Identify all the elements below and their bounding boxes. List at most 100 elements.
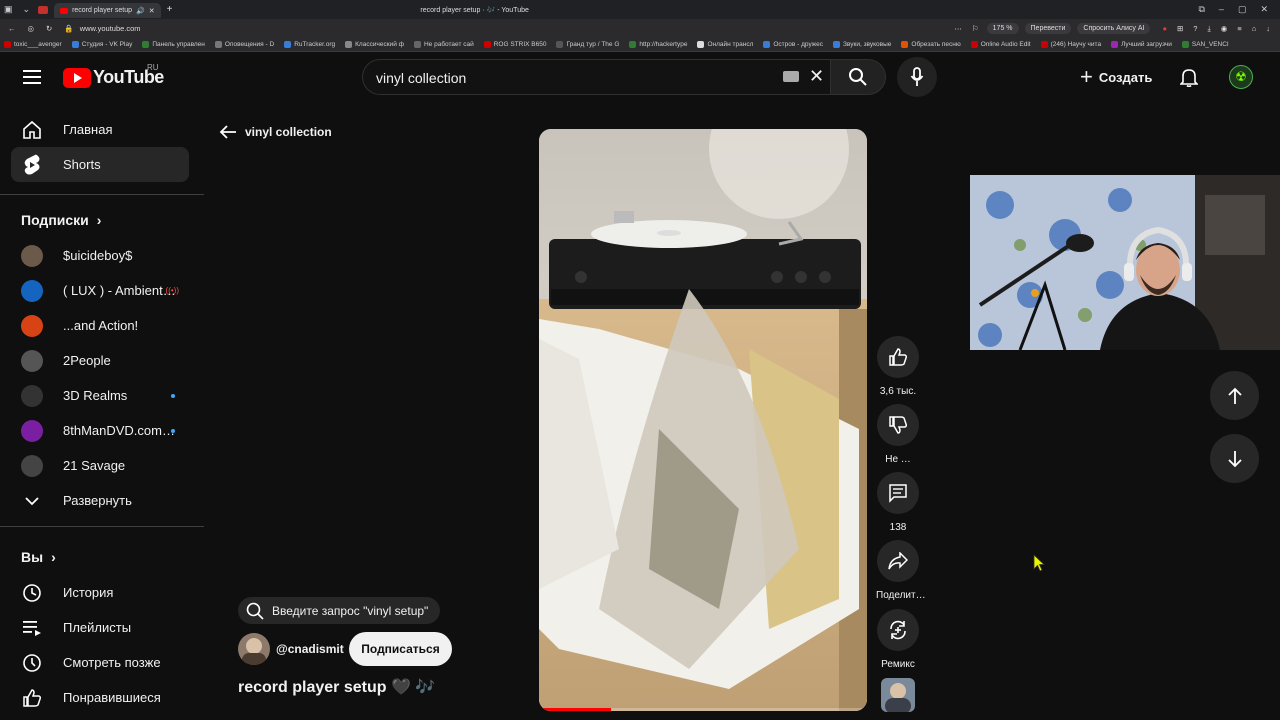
tab-close-icon[interactable]: ✕: [149, 7, 155, 15]
menu-icon[interactable]: ≡: [1237, 24, 1241, 33]
share-button[interactable]: [877, 540, 919, 582]
bookmark-item[interactable]: (246) Научу чита: [1037, 41, 1107, 48]
bookmark-item[interactable]: Лучший загрузчи: [1107, 41, 1178, 48]
bookmark-item[interactable]: Студия - VK Play: [68, 41, 139, 48]
bookmark-label: Обрезать песню: [911, 41, 961, 48]
bookmark-item[interactable]: SAN_VENCI: [1178, 41, 1235, 48]
back-nav-icon[interactable]: ←: [8, 24, 16, 33]
bookmark-item[interactable]: ROG STRIX B650: [480, 41, 553, 48]
minimize-icon[interactable]: –: [1219, 4, 1224, 15]
bookmark-item[interactable]: toxic___avenger: [0, 41, 68, 48]
window-close-icon[interactable]: ✕: [1260, 4, 1268, 15]
help-icon[interactable]: ?: [1193, 24, 1197, 33]
bookmark-item[interactable]: Не работает сай: [410, 41, 480, 48]
bookmark-item[interactable]: Оповещения - D: [211, 41, 280, 48]
record-icon[interactable]: ●: [1162, 24, 1167, 33]
subscription-item[interactable]: 21 Savage: [11, 448, 189, 483]
create-button[interactable]: + Создать: [1070, 59, 1162, 95]
subscription-label: 2People: [63, 353, 111, 368]
translate-button[interactable]: Перевести: [1024, 23, 1072, 34]
tab-active[interactable]: record player setup 🔊 ✕: [54, 3, 161, 18]
window-title: record player setup · 🎶 - YouTube: [420, 6, 529, 14]
bookmark-item[interactable]: Обрезать песню: [897, 41, 966, 48]
channel-handle[interactable]: @cnadismit: [276, 642, 344, 656]
subscribe-button[interactable]: Подписаться: [349, 632, 452, 666]
channel-avatar[interactable]: [238, 633, 270, 665]
notifications-button[interactable]: [1169, 57, 1209, 97]
extension-icon[interactable]: ⊞: [1177, 24, 1183, 33]
more-icon[interactable]: ⋯: [954, 24, 962, 33]
bookmark-item[interactable]: Звуки, звуковые: [829, 41, 897, 48]
subscriptions-heading[interactable]: Подписки ›: [21, 212, 101, 228]
bookmark-item[interactable]: Гранд тур / The G: [552, 41, 625, 48]
browser-menu-icon[interactable]: ▣: [4, 4, 13, 15]
bookmark-item[interactable]: Остров - дружес: [759, 41, 829, 48]
subscription-item[interactable]: ...and Action!: [11, 308, 189, 343]
voice-search-button[interactable]: [897, 57, 937, 97]
url-field[interactable]: www.youtube.com: [80, 24, 141, 33]
sidebar-item-history[interactable]: История: [11, 575, 189, 610]
downloads-icon[interactable]: ⤓: [1207, 24, 1210, 34]
video-progress-track[interactable]: [539, 708, 867, 711]
zoom-level[interactable]: 175 %: [986, 23, 1019, 34]
dislike-button[interactable]: [877, 404, 919, 446]
expand-button[interactable]: Развернуть: [11, 483, 189, 518]
speaker-icon[interactable]: 🔊: [136, 7, 145, 15]
suggested-search-chip[interactable]: Введите запрос "vinyl setup": [238, 597, 441, 624]
next-short-button[interactable]: [1210, 434, 1259, 483]
comments-button[interactable]: [877, 472, 919, 514]
sidebar-item-playlists[interactable]: Плейлисты: [11, 610, 189, 645]
bookmark-favicon-icon: [763, 41, 771, 48]
dislike-action: Не …: [876, 404, 920, 465]
subscription-item[interactable]: 3D Realms: [11, 378, 189, 413]
sidebar-item-home[interactable]: Главная: [11, 112, 189, 147]
guide-menu-icon[interactable]: [12, 57, 52, 97]
sidebar-item-shorts[interactable]: Shorts: [11, 147, 189, 182]
account-avatar[interactable]: ☢: [1229, 65, 1253, 89]
bookmark-window-icon[interactable]: ⧉: [1198, 4, 1204, 15]
bookmark-item[interactable]: RuTracker.org: [280, 41, 341, 48]
mouse-cursor-icon: [1033, 554, 1045, 572]
bookmark-item[interactable]: Онлайн трансл: [693, 41, 759, 48]
search-button[interactable]: [830, 59, 886, 95]
you-heading[interactable]: Вы ›: [21, 549, 56, 565]
history-icon: [21, 582, 43, 604]
keyboard-icon[interactable]: [783, 71, 799, 82]
sidebar-divider: [0, 526, 204, 527]
reload-icon[interactable]: ↻: [46, 24, 52, 33]
previous-short-button[interactable]: [1210, 371, 1259, 420]
download-arrow-icon[interactable]: ↓: [1266, 24, 1270, 33]
bookmark-icon[interactable]: ⚐: [972, 24, 979, 33]
channel-avatar: [21, 419, 43, 442]
sidebar-item-watch-later[interactable]: Смотреть позже: [11, 645, 189, 680]
subscription-item[interactable]: 2People: [11, 343, 189, 378]
bookmark-item[interactable]: Панель управлен: [138, 41, 211, 48]
clear-search-icon[interactable]: ✕: [809, 66, 824, 87]
search-input-container[interactable]: vinyl collection ✕: [362, 59, 830, 95]
youtube-logo[interactable]: YouTube RU: [63, 63, 164, 88]
short-video-player[interactable]: [539, 129, 867, 711]
subscription-label: ...and Action!: [63, 318, 139, 333]
bookmark-item[interactable]: http://hackertype: [625, 41, 693, 48]
subscription-item[interactable]: ( LUX ) - Ambient… ((•)): [11, 273, 189, 308]
tab-list-icon[interactable]: ⌄: [23, 4, 31, 15]
subscription-item[interactable]: $uicideboy$: [11, 238, 189, 273]
bookmark-item[interactable]: Online Audio Edit: [967, 41, 1037, 48]
remix-button[interactable]: [877, 609, 919, 651]
maximize-icon[interactable]: ▢: [1238, 4, 1247, 15]
site-lock-icon: 🔒: [64, 24, 74, 33]
subscription-item[interactable]: 8thManDVD.com…: [11, 413, 189, 448]
shorts-icon: [21, 154, 43, 176]
ask-alice-button[interactable]: Спросить Алису AI: [1077, 23, 1151, 34]
sound-thumbnail[interactable]: [881, 678, 915, 712]
new-tab-icon[interactable]: +: [167, 4, 173, 15]
lock-icon[interactable]: ⌂: [1252, 24, 1257, 33]
bookmark-item[interactable]: Классический ф: [341, 41, 410, 48]
back-to-search-button[interactable]: vinyl collection: [219, 122, 332, 142]
profile-icon[interactable]: ◉: [1221, 24, 1228, 33]
sidebar-item-liked[interactable]: Понравившиеся: [11, 680, 189, 715]
search-input[interactable]: vinyl collection: [376, 70, 466, 86]
like-button[interactable]: [877, 336, 919, 378]
remix-icon: [890, 620, 906, 640]
shield-icon[interactable]: ◎: [28, 24, 35, 33]
